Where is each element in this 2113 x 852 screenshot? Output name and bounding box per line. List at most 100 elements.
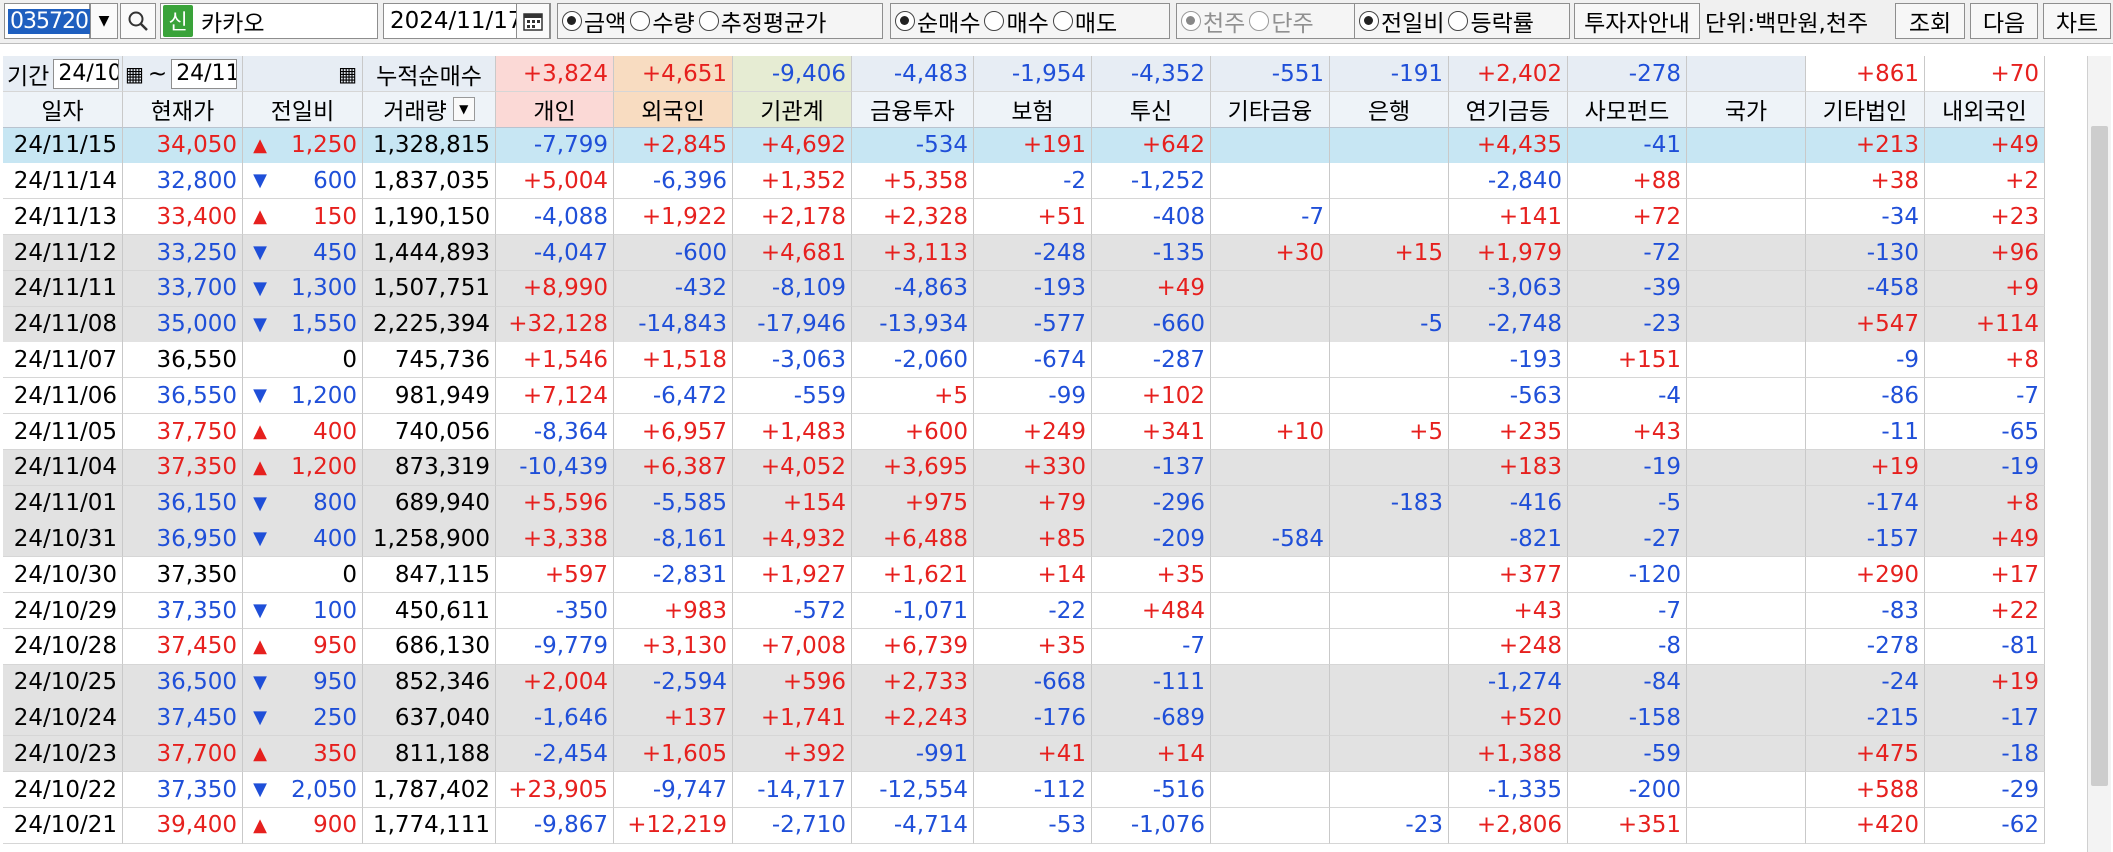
column-header[interactable]: 금융투자: [852, 91, 974, 128]
table-row[interactable]: 24/11/08 35,000 ▼ 1,550 2,225,394 +32,128 -14,…: [3, 306, 2045, 343]
calendar-icon: [523, 13, 543, 31]
change-wrap: 0: [243, 347, 357, 373]
radio-buy[interactable]: 매수: [984, 4, 1049, 38]
search-button[interactable]: [120, 3, 156, 39]
next-button[interactable]: 다음: [1970, 3, 2038, 39]
scrollbar-thumb[interactable]: [2091, 126, 2108, 786]
table-row[interactable]: 24/10/30 37,350 0 847,115 +597 -2,831 +1,927 +1…: [3, 557, 2045, 594]
radio-single-shares[interactable]: 단주: [1249, 4, 1314, 38]
price-value: 37,350: [156, 561, 237, 588]
investor-value-cell: +392: [733, 736, 852, 773]
toolbar: 035720 ▼ 카카오 신 2024/11/17 금액 수량 추정평균가 순매…: [0, 0, 2113, 44]
investor-value-cell: +4,052: [733, 449, 852, 486]
column-header[interactable]: 투신: [1092, 91, 1211, 128]
column-header[interactable]: 외국인: [614, 91, 733, 128]
column-header-label: 개인: [533, 99, 576, 126]
investor-value-cell: +22: [1925, 593, 2045, 629]
code-dropdown-button[interactable]: ▼: [90, 3, 118, 39]
investor-value-cell: -130: [1806, 235, 1925, 271]
column-header[interactable]: 국가: [1687, 91, 1806, 128]
change-wrap: ▼ 800: [243, 490, 357, 516]
investor-value: +2: [2005, 167, 2039, 194]
investor-value-cell: +4,692: [733, 127, 852, 164]
calendar-icon[interactable]: ▦: [125, 62, 144, 86]
sort-dropdown-icon[interactable]: ▼: [452, 97, 475, 122]
investor-value: -39: [1643, 275, 1681, 302]
search-query-button[interactable]: 조회: [1895, 3, 1965, 39]
investor-value: -7: [1301, 203, 1324, 230]
column-header[interactable]: 기타법인: [1806, 91, 1925, 128]
radio-thousand-shares[interactable]: 천주: [1181, 4, 1245, 38]
period-from-input[interactable]: 24/10/17: [53, 58, 120, 89]
investor-value: -458: [1866, 275, 1919, 302]
column-header[interactable]: 보험: [974, 91, 1092, 128]
column-header[interactable]: 기타금융: [1211, 91, 1330, 128]
table-row[interactable]: 24/10/31 36,950 ▼ 400 1,258,900 +3,338 -8,161 +…: [3, 521, 2045, 558]
radio-change-rate[interactable]: 등락률: [1448, 4, 1534, 38]
table-row[interactable]: 24/11/07 36,550 0 745,736 +1,546 +1,518 -3,063…: [3, 342, 2045, 379]
table-row[interactable]: 24/11/13 33,400 ▲ 150 1,190,150 -4,088 +1,922 +…: [3, 199, 2045, 236]
table-row[interactable]: 24/10/25 36,500 ▼ 950 852,346 +2,004 -2,594 +59…: [3, 664, 2045, 701]
radio-sell[interactable]: 매도: [1052, 4, 1117, 38]
investor-value: -821: [1509, 525, 1562, 552]
investor-value: +72: [1632, 203, 1681, 230]
table-row[interactable]: 24/11/15 34,050 ▲ 1,250 1,328,815 -7,799 +2,84…: [3, 127, 2045, 164]
table-row[interactable]: 24/10/24 37,450 ▼ 250 637,040 -1,646 +137 +1,74…: [3, 700, 2045, 737]
column-header[interactable]: 현재가: [123, 91, 243, 128]
table-row[interactable]: 24/11/05 37,750 ▲ 400 740,056 -8,364 +6,957 +1,…: [3, 414, 2045, 450]
table-row[interactable]: 24/11/14 32,800 ▼ 600 1,837,035 +5,004 -6,396 +…: [3, 163, 2045, 200]
table-row[interactable]: 24/10/23 37,700 ▲ 350 811,188 -2,454 +1,605 +39…: [3, 736, 2045, 773]
chart-button[interactable]: 차트: [2043, 3, 2111, 39]
column-header[interactable]: 전일비: [243, 91, 363, 128]
change-value: 350: [313, 740, 357, 767]
stock-code-input[interactable]: 035720: [4, 3, 90, 39]
investor-value-cell: -7: [1092, 628, 1211, 665]
radio-prev-day[interactable]: 전일비: [1359, 4, 1444, 38]
investor-value-cell: -516: [1092, 772, 1211, 808]
change-cell: ▲ 400: [243, 414, 363, 450]
column-header[interactable]: 개인: [496, 91, 614, 128]
radio-quantity[interactable]: 수량: [630, 4, 695, 38]
calendar-icon[interactable]: ▦: [338, 62, 357, 86]
date-picker-button[interactable]: [516, 3, 550, 39]
column-header[interactable]: 거래량 ▼: [363, 91, 496, 128]
table-row[interactable]: 24/10/22 37,350 ▼ 2,050 1,787,402 +23,905 -9,7…: [3, 772, 2045, 808]
volume-cell: 811,188: [363, 736, 496, 773]
investor-value-cell: -2,454: [496, 736, 614, 773]
table-row[interactable]: 24/11/04 37,350 ▲ 1,200 873,319 -10,439 +6,387…: [3, 449, 2045, 486]
investor-value-cell: -209: [1092, 521, 1211, 558]
column-header[interactable]: 기관계: [733, 91, 852, 128]
radio-amount[interactable]: 금액: [562, 4, 626, 38]
column-header[interactable]: 내외국인: [1925, 91, 2045, 128]
table-row[interactable]: 24/10/21 39,400 ▲ 900 1,774,111 -9,867 +12,219…: [3, 807, 2045, 844]
investor-value-cell: -458: [1806, 270, 1925, 307]
period-to-input[interactable]: 24/11/17: [171, 58, 237, 89]
investor-value: +14: [1156, 740, 1205, 767]
investor-value-cell: +249: [974, 414, 1092, 450]
investor-value-cell: +8: [1925, 342, 2045, 379]
investor-guide-button[interactable]: 투자자안내: [1574, 3, 1700, 39]
column-header[interactable]: 은행: [1330, 91, 1449, 128]
investor-value: +191: [1022, 132, 1086, 159]
table-row[interactable]: 24/10/29 37,350 ▼ 100 450,611 -350 +983 -572 -1,…: [3, 593, 2045, 629]
change-value: 250: [313, 704, 357, 731]
radio-avg-price[interactable]: 추정평균가: [698, 4, 826, 38]
up-triangle-icon: ▲: [253, 456, 267, 478]
radio-net-buy[interactable]: 순매수: [895, 4, 980, 38]
column-header[interactable]: 일자: [3, 91, 123, 128]
column-header[interactable]: 사모펀드: [1568, 91, 1687, 128]
vertical-scrollbar[interactable]: [2087, 56, 2111, 852]
investor-value-cell: [1687, 449, 1806, 486]
table-row[interactable]: 24/11/12 33,250 ▼ 450 1,444,893 -4,047 -600 +4,…: [3, 235, 2045, 271]
table-row[interactable]: 24/11/01 36,150 ▼ 800 689,940 +5,596 -5,585 +15…: [3, 485, 2045, 522]
table-row[interactable]: 24/10/28 37,450 ▲ 950 686,130 -9,779 +3,130 +7,…: [3, 628, 2045, 665]
investor-value: +23,905: [508, 776, 608, 803]
date-cell: 24/11/08: [3, 306, 123, 343]
table-row[interactable]: 24/11/11 33,700 ▼ 1,300 1,507,751 +8,990 -432 -…: [3, 270, 2045, 307]
investor-value-cell: -13,934: [852, 306, 974, 343]
price-cell: 37,350: [123, 772, 243, 808]
column-header[interactable]: 연기금등: [1449, 91, 1568, 128]
investor-value: +8: [2005, 490, 2039, 517]
investor-value: -1,335: [1487, 776, 1562, 803]
table-row[interactable]: 24/11/06 36,550 ▼ 1,200 981,949 +7,124 -6,472 -…: [3, 378, 2045, 415]
